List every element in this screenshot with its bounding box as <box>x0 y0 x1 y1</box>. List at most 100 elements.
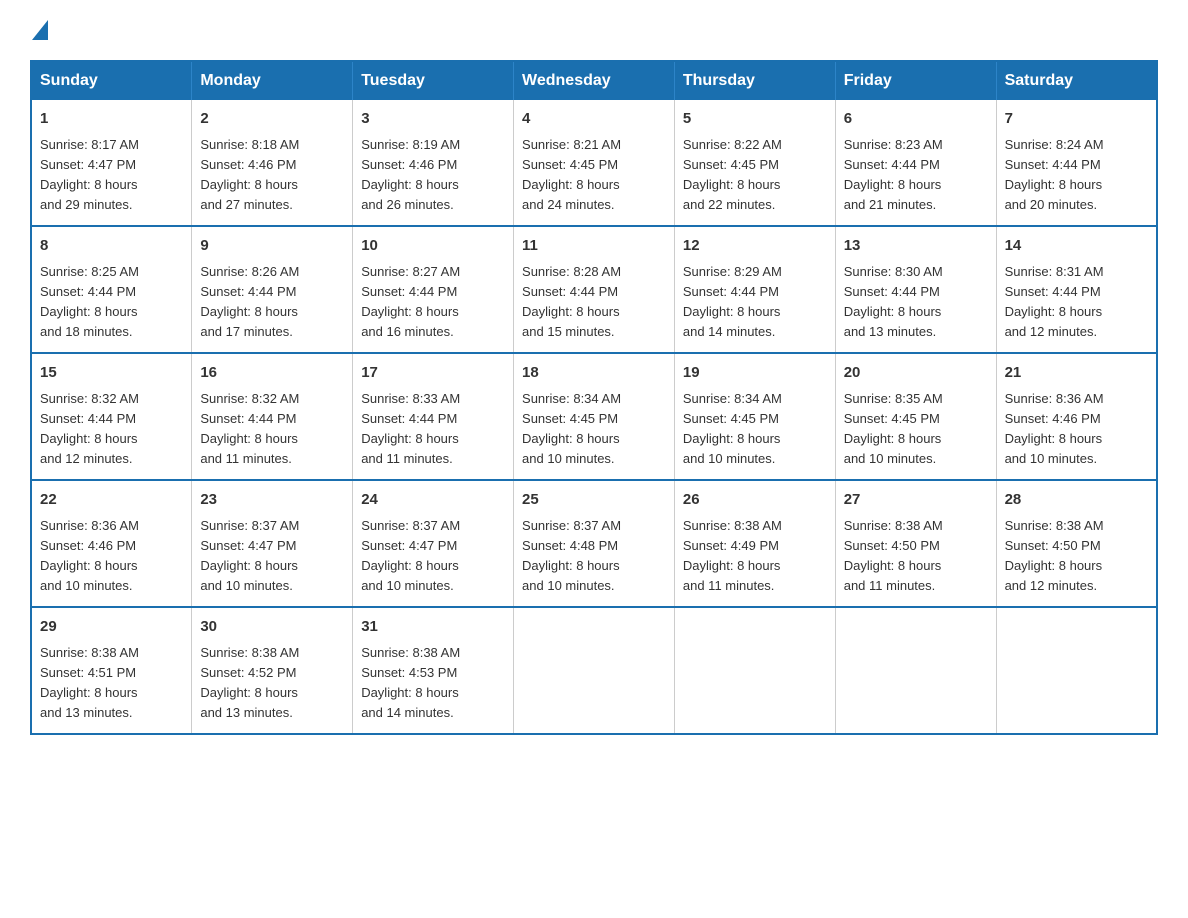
day-number: 29 <box>40 616 183 639</box>
day-info: Sunrise: 8:23 AMSunset: 4:44 PMDaylight:… <box>844 135 988 216</box>
day-number: 4 <box>522 108 666 131</box>
day-number: 20 <box>844 362 988 385</box>
calendar-cell <box>514 607 675 734</box>
day-info: Sunrise: 8:37 AMSunset: 4:47 PMDaylight:… <box>361 516 505 597</box>
day-info: Sunrise: 8:26 AMSunset: 4:44 PMDaylight:… <box>200 262 344 343</box>
day-info: Sunrise: 8:38 AMSunset: 4:51 PMDaylight:… <box>40 643 183 724</box>
day-number: 11 <box>522 235 666 258</box>
calendar-cell: 19 Sunrise: 8:34 AMSunset: 4:45 PMDayligh… <box>674 353 835 480</box>
calendar-cell: 21Sunrise: 8:36 AMSunset: 4:46 PMDayligh… <box>996 353 1157 480</box>
day-info: Sunrise: 8:19 AMSunset: 4:46 PMDaylight:… <box>361 135 505 216</box>
day-number: 15 <box>40 362 183 385</box>
day-number: 3 <box>361 108 505 131</box>
calendar-cell: 9 Sunrise: 8:26 AMSunset: 4:44 PMDaylight… <box>192 226 353 353</box>
calendar-cell: 24 Sunrise: 8:37 AMSunset: 4:47 PMDayligh… <box>353 480 514 607</box>
day-info: Sunrise: 8:38 AMSunset: 4:49 PMDaylight:… <box>683 516 827 597</box>
day-info: Sunrise: 8:22 AMSunset: 4:45 PMDaylight:… <box>683 135 827 216</box>
calendar-cell: 11Sunrise: 8:28 AMSunset: 4:44 PMDayligh… <box>514 226 675 353</box>
day-info: Sunrise: 8:34 AMSunset: 4:45 PMDaylight:… <box>522 389 666 470</box>
page-header <box>30 20 1158 40</box>
col-header-saturday: Saturday <box>996 61 1157 100</box>
day-info: Sunrise: 8:34 AMSunset: 4:45 PMDaylight:… <box>683 389 827 470</box>
day-info: Sunrise: 8:38 AMSunset: 4:50 PMDaylight:… <box>844 516 988 597</box>
day-number: 10 <box>361 235 505 258</box>
day-info: Sunrise: 8:38 AMSunset: 4:53 PMDaylight:… <box>361 643 505 724</box>
day-number: 27 <box>844 489 988 512</box>
calendar-cell: 1 Sunrise: 8:17 AMSunset: 4:47 PMDaylight… <box>31 100 192 226</box>
day-number: 19 <box>683 362 827 385</box>
day-number: 26 <box>683 489 827 512</box>
day-info: Sunrise: 8:32 AMSunset: 4:44 PMDaylight:… <box>40 389 183 470</box>
calendar-cell: 8 Sunrise: 8:25 AMSunset: 4:44 PMDaylight… <box>31 226 192 353</box>
calendar-cell: 12 Sunrise: 8:29 AMSunset: 4:44 PMDayligh… <box>674 226 835 353</box>
col-header-wednesday: Wednesday <box>514 61 675 100</box>
day-number: 12 <box>683 235 827 258</box>
day-number: 2 <box>200 108 344 131</box>
calendar-cell: 2 Sunrise: 8:18 AMSunset: 4:46 PMDaylight… <box>192 100 353 226</box>
calendar-cell: 14 Sunrise: 8:31 AMSunset: 4:44 PMDayligh… <box>996 226 1157 353</box>
day-info: Sunrise: 8:18 AMSunset: 4:46 PMDaylight:… <box>200 135 344 216</box>
day-number: 7 <box>1005 108 1148 131</box>
calendar-table: SundayMondayTuesdayWednesdayThursdayFrid… <box>30 60 1158 735</box>
day-info: Sunrise: 8:30 AMSunset: 4:44 PMDaylight:… <box>844 262 988 343</box>
calendar-cell: 7 Sunrise: 8:24 AMSunset: 4:44 PMDaylight… <box>996 100 1157 226</box>
day-number: 30 <box>200 616 344 639</box>
day-number: 5 <box>683 108 827 131</box>
calendar-cell: 31Sunrise: 8:38 AMSunset: 4:53 PMDayligh… <box>353 607 514 734</box>
calendar-cell: 29 Sunrise: 8:38 AMSunset: 4:51 PMDayligh… <box>31 607 192 734</box>
day-info: Sunrise: 8:38 AMSunset: 4:50 PMDaylight:… <box>1005 516 1148 597</box>
calendar-cell: 22 Sunrise: 8:36 AMSunset: 4:46 PMDayligh… <box>31 480 192 607</box>
day-number: 13 <box>844 235 988 258</box>
day-info: Sunrise: 8:32 AMSunset: 4:44 PMDaylight:… <box>200 389 344 470</box>
day-number: 17 <box>361 362 505 385</box>
day-info: Sunrise: 8:29 AMSunset: 4:44 PMDaylight:… <box>683 262 827 343</box>
day-number: 28 <box>1005 489 1148 512</box>
calendar-cell: 16 Sunrise: 8:32 AMSunset: 4:44 PMDayligh… <box>192 353 353 480</box>
day-info: Sunrise: 8:21 AMSunset: 4:45 PMDaylight:… <box>522 135 666 216</box>
day-number: 23 <box>200 489 344 512</box>
calendar-cell: 26 Sunrise: 8:38 AMSunset: 4:49 PMDayligh… <box>674 480 835 607</box>
day-number: 25 <box>522 489 666 512</box>
calendar-cell: 5 Sunrise: 8:22 AMSunset: 4:45 PMDaylight… <box>674 100 835 226</box>
day-info: Sunrise: 8:25 AMSunset: 4:44 PMDaylight:… <box>40 262 183 343</box>
calendar-cell <box>835 607 996 734</box>
day-info: Sunrise: 8:35 AMSunset: 4:45 PMDaylight:… <box>844 389 988 470</box>
calendar-cell: 28 Sunrise: 8:38 AMSunset: 4:50 PMDayligh… <box>996 480 1157 607</box>
day-number: 22 <box>40 489 183 512</box>
calendar-cell: 20 Sunrise: 8:35 AMSunset: 4:45 PMDayligh… <box>835 353 996 480</box>
day-info: Sunrise: 8:31 AMSunset: 4:44 PMDaylight:… <box>1005 262 1148 343</box>
col-header-thursday: Thursday <box>674 61 835 100</box>
calendar-cell: 4 Sunrise: 8:21 AMSunset: 4:45 PMDaylight… <box>514 100 675 226</box>
calendar-cell: 25 Sunrise: 8:37 AMSunset: 4:48 PMDayligh… <box>514 480 675 607</box>
logo <box>30 20 48 40</box>
day-number: 24 <box>361 489 505 512</box>
calendar-cell: 27 Sunrise: 8:38 AMSunset: 4:50 PMDayligh… <box>835 480 996 607</box>
day-info: Sunrise: 8:38 AMSunset: 4:52 PMDaylight:… <box>200 643 344 724</box>
day-number: 14 <box>1005 235 1148 258</box>
day-info: Sunrise: 8:27 AMSunset: 4:44 PMDaylight:… <box>361 262 505 343</box>
day-number: 16 <box>200 362 344 385</box>
day-info: Sunrise: 8:37 AMSunset: 4:48 PMDaylight:… <box>522 516 666 597</box>
calendar-cell: 18 Sunrise: 8:34 AMSunset: 4:45 PMDayligh… <box>514 353 675 480</box>
day-number: 18 <box>522 362 666 385</box>
day-info: Sunrise: 8:36 AMSunset: 4:46 PMDaylight:… <box>40 516 183 597</box>
day-info: Sunrise: 8:37 AMSunset: 4:47 PMDaylight:… <box>200 516 344 597</box>
col-header-monday: Monday <box>192 61 353 100</box>
calendar-cell: 17 Sunrise: 8:33 AMSunset: 4:44 PMDayligh… <box>353 353 514 480</box>
day-number: 6 <box>844 108 988 131</box>
logo-triangle-icon <box>32 20 48 40</box>
calendar-cell: 13 Sunrise: 8:30 AMSunset: 4:44 PMDayligh… <box>835 226 996 353</box>
col-header-tuesday: Tuesday <box>353 61 514 100</box>
calendar-cell: 6 Sunrise: 8:23 AMSunset: 4:44 PMDaylight… <box>835 100 996 226</box>
day-number: 8 <box>40 235 183 258</box>
day-number: 1 <box>40 108 183 131</box>
calendar-cell: 15 Sunrise: 8:32 AMSunset: 4:44 PMDayligh… <box>31 353 192 480</box>
calendar-cell: 10 Sunrise: 8:27 AMSunset: 4:44 PMDayligh… <box>353 226 514 353</box>
day-number: 9 <box>200 235 344 258</box>
calendar-cell: 3 Sunrise: 8:19 AMSunset: 4:46 PMDaylight… <box>353 100 514 226</box>
day-info: Sunrise: 8:17 AMSunset: 4:47 PMDaylight:… <box>40 135 183 216</box>
day-info: Sunrise: 8:36 AMSunset: 4:46 PMDaylight:… <box>1005 389 1148 470</box>
day-info: Sunrise: 8:24 AMSunset: 4:44 PMDaylight:… <box>1005 135 1148 216</box>
day-info: Sunrise: 8:33 AMSunset: 4:44 PMDaylight:… <box>361 389 505 470</box>
calendar-cell <box>996 607 1157 734</box>
